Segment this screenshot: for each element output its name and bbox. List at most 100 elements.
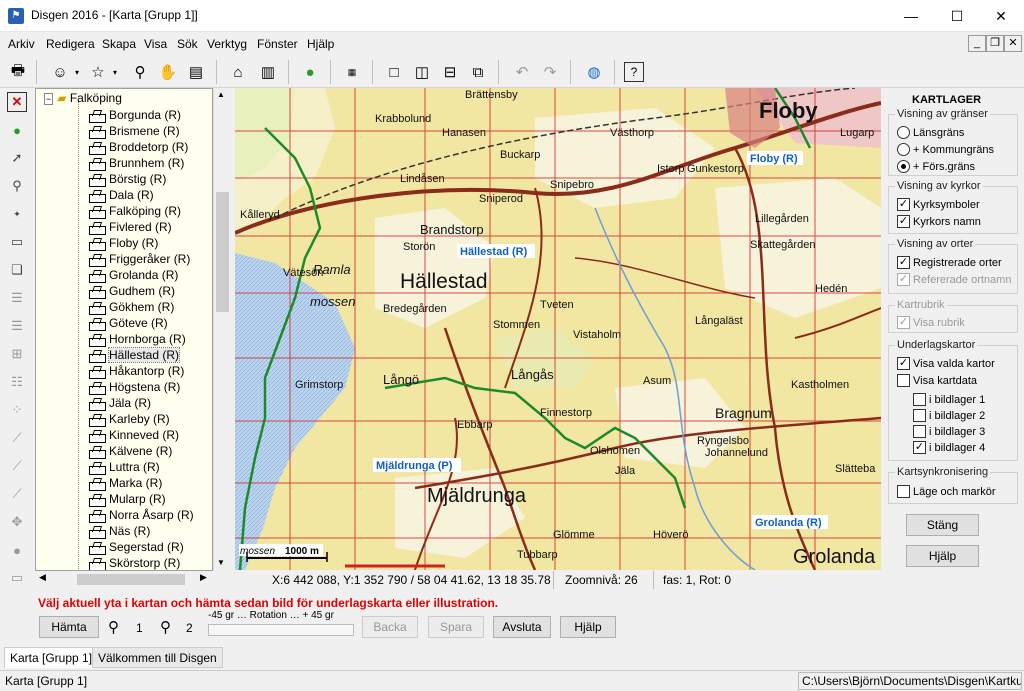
- tree-item[interactable]: Hornborga (R): [88, 331, 186, 347]
- checkbox-bildlager-1[interactable]: i bildlager 1: [913, 393, 985, 406]
- map-icon[interactable]: ●: [7, 120, 27, 140]
- map-icon[interactable]: ●: [298, 60, 322, 84]
- tree-item[interactable]: Kälvene (R): [88, 443, 172, 459]
- print-icon[interactable]: 🖶: [6, 60, 30, 84]
- pin-icon[interactable]: ⚲: [160, 618, 171, 636]
- tree-item[interactable]: Friggeråker (R): [88, 251, 190, 267]
- zoom-icon[interactable]: ⚲: [7, 176, 27, 196]
- tab-valkommen[interactable]: Välkommen till Disgen: [92, 647, 223, 668]
- window-vsplit-icon[interactable]: ◫: [410, 60, 434, 84]
- tree-item[interactable]: Marka (R): [88, 475, 162, 491]
- menu-verktyg[interactable]: Verktyg: [207, 37, 247, 51]
- scroll-right-icon[interactable]: ▶: [200, 572, 207, 583]
- parish-marker-floby[interactable]: Floby (R): [750, 153, 798, 165]
- menu-fonster[interactable]: Fönster: [257, 37, 298, 51]
- tree-item[interactable]: Brismene (R): [88, 123, 180, 139]
- finish-button[interactable]: Avsluta: [493, 616, 551, 638]
- line-icon[interactable]: ⟋: [7, 428, 27, 448]
- checkbox-bildlager-3[interactable]: i bildlager 3: [913, 425, 985, 438]
- home-icon[interactable]: ⌂: [226, 60, 250, 84]
- person-icon[interactable]: ☺: [48, 60, 72, 84]
- radio-kommungrans[interactable]: + Kommungräns: [897, 143, 994, 156]
- family-dropdown-icon[interactable]: ▾: [110, 60, 120, 84]
- tree-item[interactable]: Skörstorp (R): [88, 555, 180, 570]
- tree-item[interactable]: Luttra (R): [88, 459, 160, 475]
- minimize-button[interactable]: —: [888, 0, 934, 32]
- checkbox-kyrkors-namn[interactable]: ✓ Kyrkors namn: [897, 215, 981, 228]
- tree-item[interactable]: Borgunda (R): [88, 107, 181, 123]
- tree-item[interactable]: Grolanda (R): [88, 267, 178, 283]
- tree-item[interactable]: Dala (R): [88, 187, 154, 203]
- menu-redigera[interactable]: Redigera: [46, 37, 95, 51]
- mdi-restore-button[interactable]: ❐: [986, 35, 1004, 52]
- person-dropdown-icon[interactable]: ▾: [72, 60, 82, 84]
- tree-vertical-scrollbar[interactable]: ▲ ▼: [213, 88, 230, 571]
- checkbox-kyrksymboler[interactable]: ✓ Kyrksymboler: [897, 198, 980, 211]
- scroll-down-icon[interactable]: ▼: [217, 558, 225, 567]
- tab-karta[interactable]: Karta [Grupp 1]: [4, 647, 99, 668]
- tree-item[interactable]: Brunnhem (R): [88, 155, 184, 171]
- book-icon[interactable]: ▤: [184, 60, 208, 84]
- tree-item[interactable]: Börstig (R): [88, 171, 166, 187]
- checkbox-visa-kartdata[interactable]: Visa kartdata: [897, 374, 977, 387]
- columns-icon[interactable]: ☷: [7, 372, 27, 392]
- tree-item[interactable]: Gudhem (R): [88, 283, 175, 299]
- tree-item[interactable]: Karleby (R): [88, 411, 170, 427]
- globe-icon[interactable]: ◍: [582, 60, 606, 84]
- rectangle-icon[interactable]: ▭: [7, 568, 27, 588]
- bottom-help-button[interactable]: Hjälp: [560, 616, 616, 638]
- tree-icon[interactable]: ⊞: [7, 344, 27, 364]
- tree-item[interactable]: Jäla (R): [88, 395, 151, 411]
- list-icon[interactable]: ☰: [7, 288, 27, 308]
- panel-help-button[interactable]: Hjälp: [906, 545, 979, 567]
- ruler-icon[interactable]: ▭: [7, 232, 27, 252]
- map-view[interactable]: Floby Hällestad Mjäldrunga Grolanda Bran…: [235, 88, 881, 570]
- tree-root[interactable]: − ▰ Falköping: [44, 91, 122, 105]
- menu-visa[interactable]: Visa: [144, 37, 167, 51]
- tree-item[interactable]: Fivlered (R): [88, 219, 172, 235]
- circle-icon[interactable]: ●: [7, 540, 27, 560]
- tree-item[interactable]: Högstena (R): [88, 379, 180, 395]
- window-single-icon[interactable]: □: [382, 60, 406, 84]
- move-icon[interactable]: ✥: [7, 512, 27, 532]
- parish-tree[interactable]: − ▰ Falköping Borgunda (R) Brismene (R) Bro…: [35, 88, 213, 571]
- checkbox-bildlager-4[interactable]: ✓ i bildlager 4: [913, 441, 985, 454]
- back-button[interactable]: Backa: [362, 616, 418, 638]
- family-icon[interactable]: ☆: [86, 60, 110, 84]
- menu-skapa[interactable]: Skapa: [102, 37, 136, 51]
- checkbox-visa-valda-kartor[interactable]: ✓ Visa valda kartor: [897, 357, 995, 370]
- binoculars-icon[interactable]: ⚲: [128, 60, 152, 84]
- rotation-slider[interactable]: [208, 624, 354, 636]
- tree-item[interactable]: Broddetorp (R): [88, 139, 188, 155]
- tree-item[interactable]: Hällestad (R): [88, 347, 181, 363]
- layers-icon[interactable]: ❏: [7, 260, 27, 280]
- close-map-icon[interactable]: ✕: [7, 92, 27, 112]
- redo-icon[interactable]: ↷: [538, 60, 562, 84]
- tree-horizontal-scrollbar[interactable]: ◀ ▶: [35, 571, 230, 587]
- scroll-up-icon[interactable]: ▲: [217, 90, 225, 99]
- maximize-button[interactable]: ☐: [934, 0, 980, 32]
- hand-icon[interactable]: ✋: [156, 60, 180, 84]
- tree-item[interactable]: Näs (R): [88, 523, 150, 539]
- tree-item[interactable]: Floby (R): [88, 235, 158, 251]
- tree-item[interactable]: Kinneved (R): [88, 427, 179, 443]
- checkbox-refererade-ortnamn[interactable]: ✓ Refererade ortnamn: [897, 273, 1011, 286]
- scroll-left-icon[interactable]: ◀: [39, 572, 46, 583]
- undo-icon[interactable]: ↶: [510, 60, 534, 84]
- tree-item[interactable]: Norra Åsarp (R): [88, 507, 194, 523]
- menu-hjalp[interactable]: Hjälp: [307, 37, 334, 51]
- parish-marker-mjaldrunga[interactable]: Mjäldrunga (P): [376, 460, 453, 472]
- path-icon[interactable]: ⟋: [7, 484, 27, 504]
- tree-item[interactable]: Håkantorp (R): [88, 363, 184, 379]
- radio-lansgrans[interactable]: Länsgräns: [897, 126, 964, 139]
- fetch-button[interactable]: Hämta: [39, 616, 99, 638]
- scroll-thumb[interactable]: [77, 574, 185, 585]
- tree-item[interactable]: Falköping (R): [88, 203, 181, 219]
- menu-arkiv[interactable]: Arkiv: [8, 37, 35, 51]
- close-panel-button[interactable]: Stäng: [906, 514, 979, 536]
- list2-icon[interactable]: ☰: [7, 316, 27, 336]
- tree-item[interactable]: Göteve (R): [88, 315, 168, 331]
- map-canvas[interactable]: Floby Hällestad Mjäldrunga Grolanda Bran…: [235, 88, 881, 570]
- parish-marker-grolanda[interactable]: Grolanda (R): [755, 517, 822, 529]
- tree-item[interactable]: Gökhem (R): [88, 299, 174, 315]
